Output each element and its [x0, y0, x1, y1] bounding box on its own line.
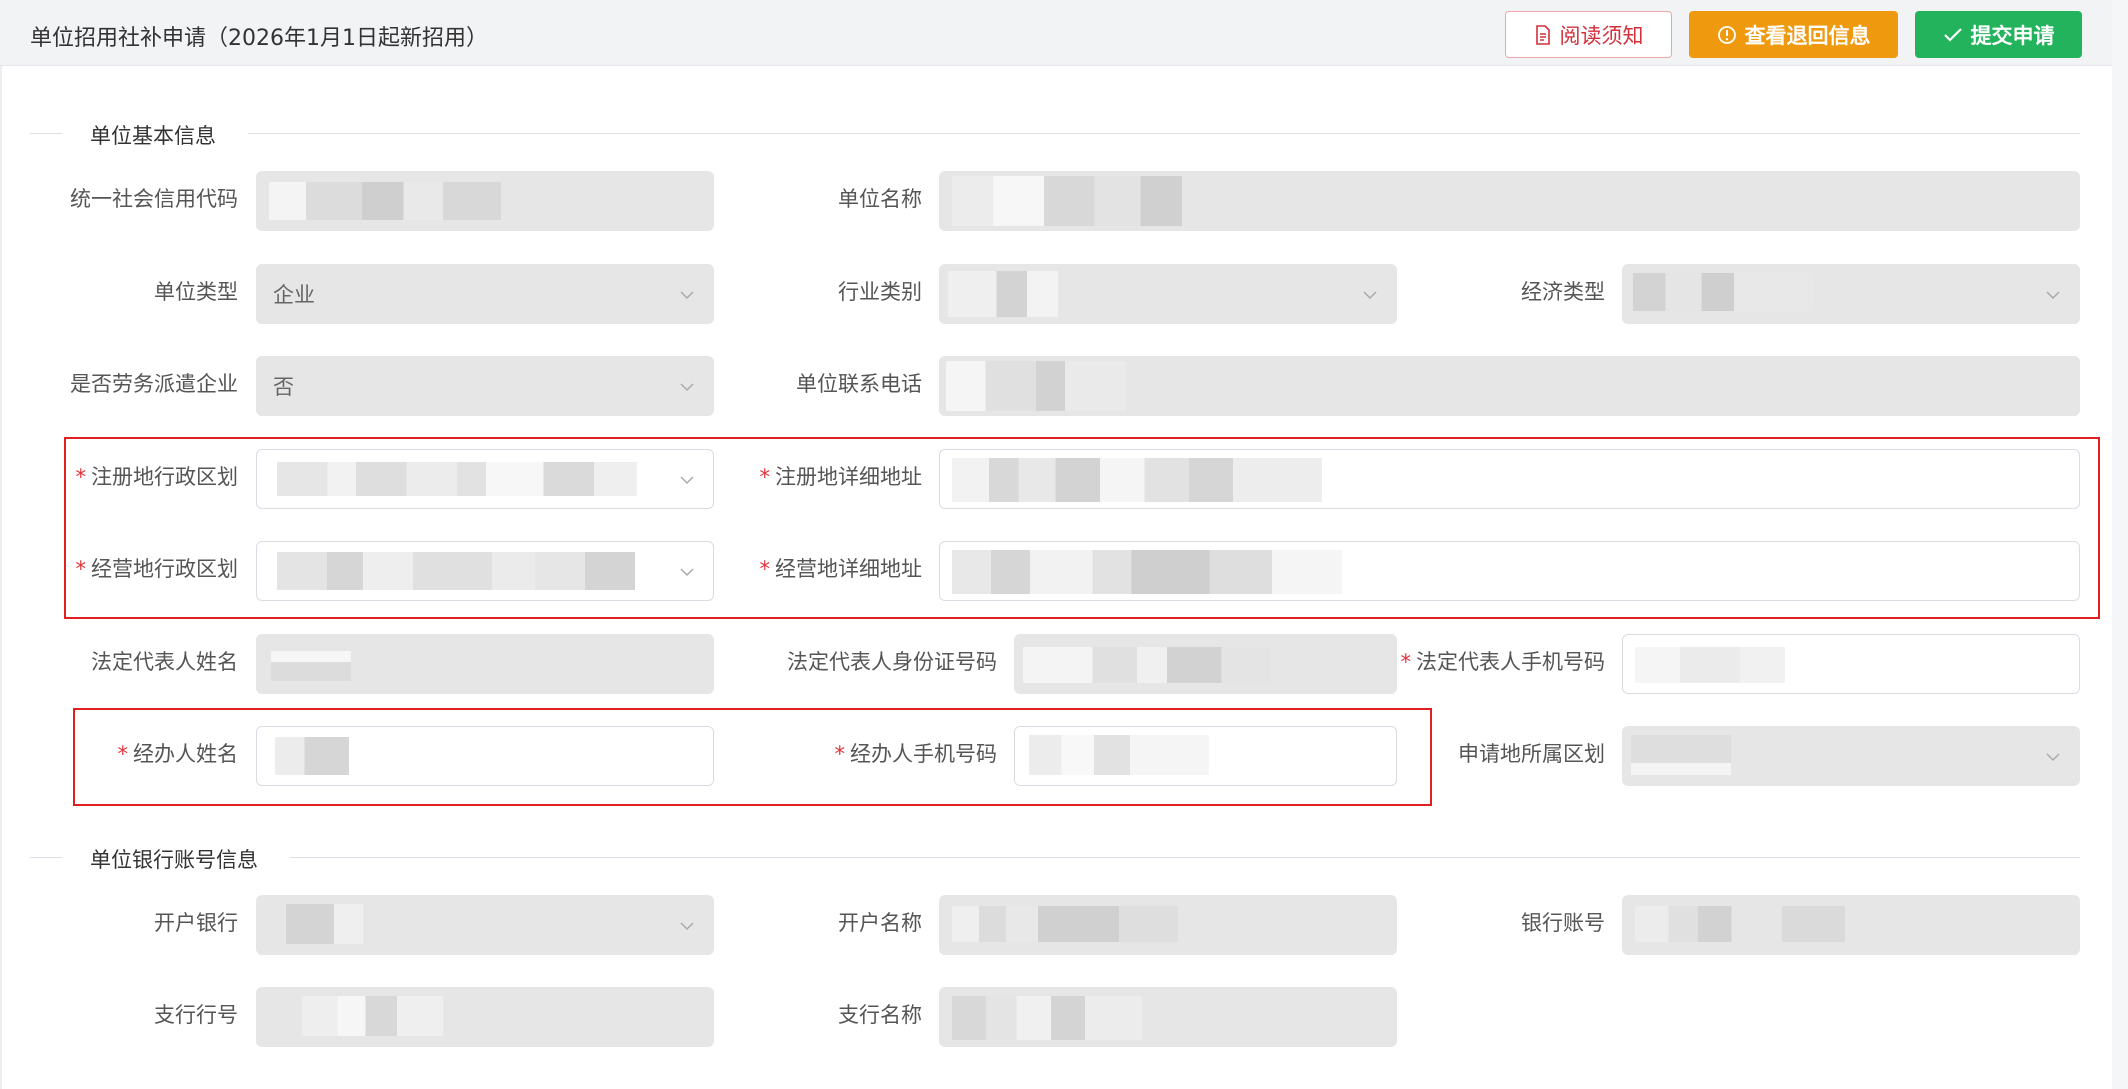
label-legal-id: 法定代表人身份证号码	[787, 650, 997, 674]
label-unit-type: 单位类型	[154, 280, 238, 304]
apply-region-select[interactable]	[1622, 726, 2080, 786]
label-account-no: 银行账号	[1521, 911, 1605, 935]
unit-type-select[interactable]: 企业	[256, 264, 714, 324]
label-legal-name: 法定代表人姓名	[91, 650, 238, 674]
section-divider-right	[248, 133, 2080, 134]
dispatch-select[interactable]: 否	[256, 356, 714, 416]
section-title-basic: 单位基本信息	[82, 120, 224, 150]
check-icon	[1943, 27, 1963, 43]
highlight-box-agent	[73, 708, 1432, 806]
label-credit-code: 统一社会信用代码	[70, 187, 238, 211]
read-notice-label: 阅读须知	[1559, 23, 1644, 48]
bank-select[interactable]	[256, 895, 714, 955]
industry-select[interactable]	[939, 264, 1397, 324]
label-unit-name: 单位名称	[838, 187, 922, 211]
label-economy-type: 经济类型	[1521, 280, 1605, 304]
section-divider-left	[30, 133, 62, 134]
view-return-info-label: 查看退回信息	[1744, 23, 1871, 48]
chevron-down-icon	[2046, 753, 2060, 762]
alert-circle-icon	[1717, 25, 1737, 45]
economy-type-select[interactable]	[1622, 264, 2080, 324]
chevron-down-icon	[680, 383, 694, 392]
label-unit-phone: 单位联系电话	[796, 372, 922, 396]
page-scroll-gutter	[2112, 0, 2128, 1089]
unit-type-value: 企业	[273, 283, 315, 307]
account-no-field	[1622, 895, 2080, 955]
section-divider-right	[290, 857, 2080, 858]
label-legal-phone: * 法定代表人手机号码	[1400, 650, 1606, 674]
account-name-field	[939, 895, 1397, 955]
chevron-down-icon	[680, 922, 694, 931]
page-header: 单位招用社补申请（2026年1月1日起新招用） 阅读须知 查看退回信息 提交申请	[0, 0, 2112, 66]
chevron-down-icon	[1363, 291, 1377, 300]
document-icon	[1534, 24, 1552, 45]
credit-code-field	[256, 171, 714, 231]
dispatch-value: 否	[273, 375, 294, 399]
section-title-bank: 单位银行账号信息	[82, 844, 266, 874]
chevron-down-icon	[680, 291, 694, 300]
branch-name-field	[939, 987, 1397, 1047]
highlight-box-address	[64, 437, 2100, 619]
page-left-border	[0, 66, 2, 1089]
label-dispatch: 是否劳务派遣企业	[70, 372, 238, 396]
unit-name-field	[939, 171, 2080, 231]
label-account-name: 开户名称	[838, 911, 922, 935]
label-branch-name: 支行名称	[838, 1003, 922, 1027]
legal-phone-field[interactable]	[1622, 634, 2080, 694]
submit-application-button[interactable]: 提交申请	[1915, 11, 2082, 58]
legal-name-field	[256, 634, 714, 694]
view-return-info-button[interactable]: 查看退回信息	[1689, 11, 1898, 58]
label-branch-no: 支行行号	[154, 1003, 238, 1027]
read-notice-button[interactable]: 阅读须知	[1505, 11, 1672, 58]
section-divider-left	[30, 857, 62, 858]
submit-application-label: 提交申请	[1970, 23, 2055, 48]
branch-no-field	[256, 987, 714, 1047]
legal-id-field	[1014, 634, 1397, 694]
chevron-down-icon	[2046, 291, 2060, 300]
label-apply-region: 申请地所属区划	[1458, 742, 1605, 766]
label-bank: 开户银行	[154, 911, 238, 935]
unit-phone-field	[939, 356, 2080, 416]
label-industry: 行业类别	[838, 280, 922, 304]
page-title: 单位招用社补申请（2026年1月1日起新招用）	[30, 26, 488, 51]
